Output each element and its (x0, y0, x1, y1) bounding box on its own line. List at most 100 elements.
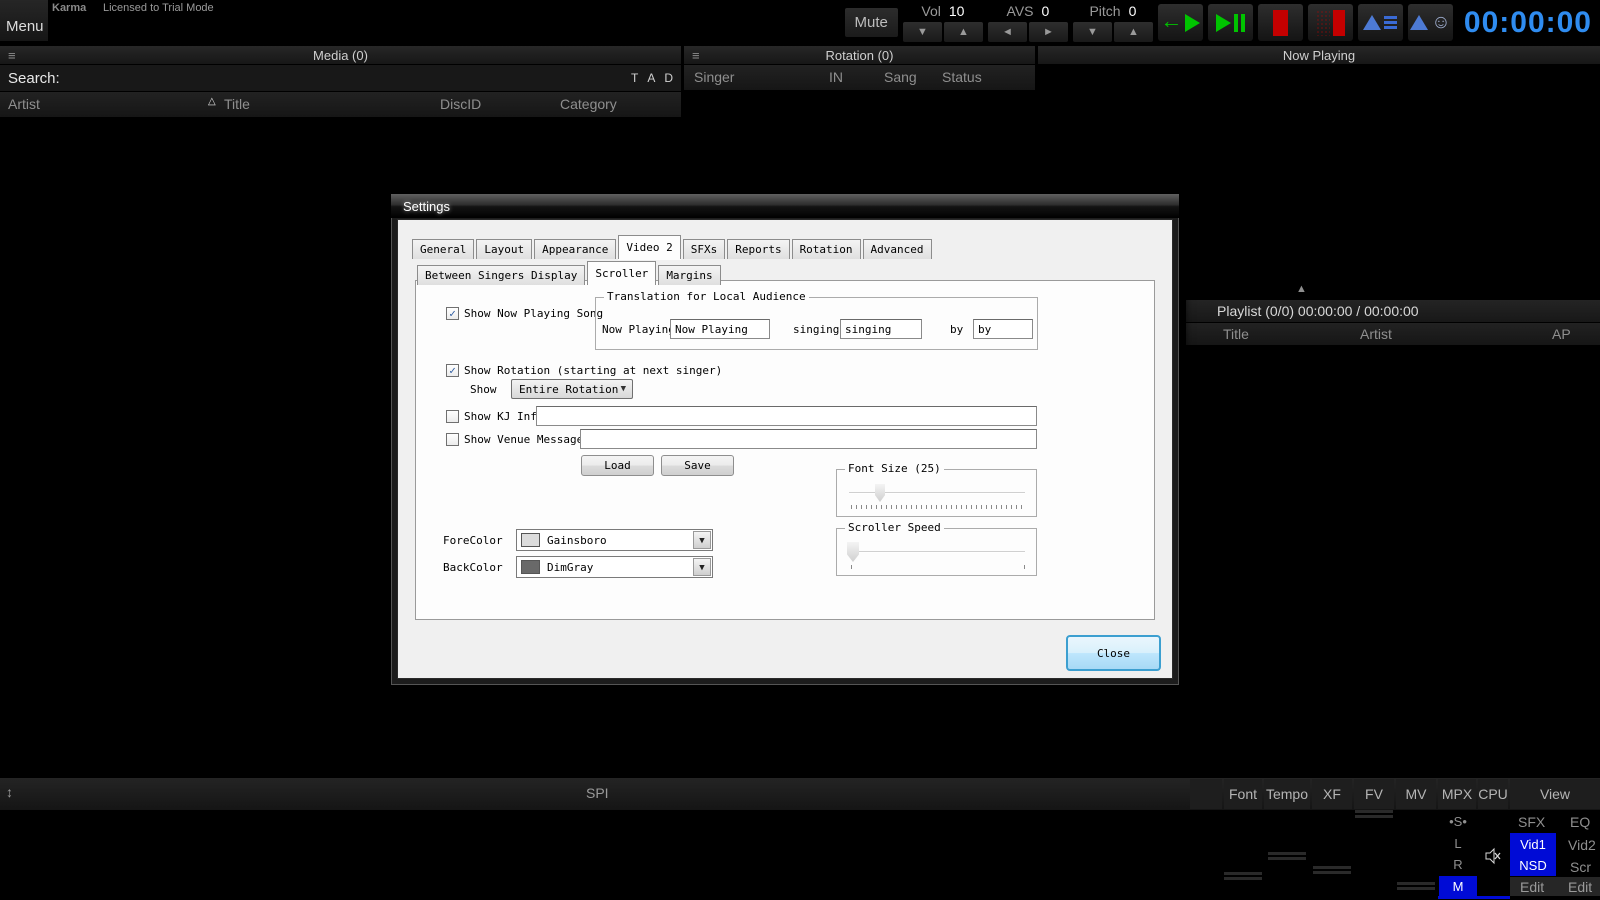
tempo-fader-handle[interactable] (1268, 852, 1306, 860)
play-pause-button[interactable] (1208, 4, 1253, 41)
fv-fader-handle[interactable] (1355, 810, 1393, 818)
show-field-label: Show (470, 383, 497, 396)
backcolor-drop-button[interactable]: ▼ (693, 558, 711, 576)
mv-fader-button[interactable]: MV (1396, 779, 1436, 809)
mpx-mono-option-selected[interactable]: M (1439, 876, 1477, 897)
tab-reports[interactable]: Reports (727, 239, 789, 259)
play-icon (1185, 14, 1200, 32)
avs-left-button[interactable]: ◄ (988, 22, 1027, 42)
view-button[interactable]: View (1510, 779, 1600, 809)
tab-video2[interactable]: Video 2 (618, 235, 680, 259)
tab-layout[interactable]: Layout (476, 239, 532, 259)
subtab-margins[interactable]: Margins (658, 265, 720, 285)
mute-button[interactable]: Mute (845, 8, 898, 37)
column-ap[interactable]: AP (1552, 326, 1571, 342)
tab-advanced[interactable]: Advanced (863, 239, 932, 259)
translation-group-label: Translation for Local Audience (604, 290, 809, 303)
resize-updown-icon[interactable]: ↕ (6, 784, 13, 800)
show-venue-message-checkbox[interactable] (446, 433, 459, 446)
load-button[interactable]: Load (581, 455, 654, 476)
by-input[interactable]: by (973, 319, 1033, 339)
xf-fader-button[interactable]: XF (1312, 779, 1352, 809)
vol-up-button[interactable]: ▲ (944, 22, 983, 42)
fv-fader-button[interactable]: FV (1354, 779, 1394, 809)
pitch-up-button[interactable]: ▲ (1114, 22, 1153, 42)
font-fader-button[interactable]: Font (1224, 779, 1262, 809)
tempo-fader-button[interactable]: Tempo (1264, 779, 1310, 809)
view-vid2-option[interactable]: Vid2 (1568, 837, 1596, 853)
next-singer-button[interactable] (1358, 4, 1403, 41)
down-arrow-icon: ▼ (1087, 26, 1098, 38)
tab-general[interactable]: General (412, 239, 474, 259)
venue-message-input[interactable] (580, 429, 1037, 449)
hamburger-icon[interactable]: ≡ (692, 48, 700, 63)
filter-artist-button[interactable]: A (647, 71, 655, 85)
tab-rotation[interactable]: Rotation (792, 239, 861, 259)
scroller-speed-slider-track[interactable] (849, 551, 1025, 553)
column-category[interactable]: Category (560, 96, 617, 112)
subtab-scroller[interactable]: Scroller (587, 261, 656, 285)
show-rotation-checkbox[interactable]: ✓ (446, 364, 459, 377)
subtab-between-singers[interactable]: Between Singers Display (417, 265, 585, 285)
restart-play-button[interactable]: ← (1158, 4, 1203, 41)
view-vid1-option-selected[interactable]: Vid1 (1510, 833, 1556, 855)
show-now-playing-song-checkbox[interactable]: ✓ (446, 307, 459, 320)
column-artist[interactable]: Artist (8, 96, 40, 112)
font-fader-handle[interactable] (1224, 872, 1262, 880)
forecolor-drop-button[interactable]: ▼ (693, 531, 711, 549)
column-singer[interactable]: Singer (694, 69, 734, 85)
now-playing-input[interactable]: Now Playing (670, 319, 770, 339)
dialog-titlebar[interactable]: Settings (391, 194, 1179, 218)
save-button[interactable]: Save (661, 455, 734, 476)
spacer-button[interactable] (1190, 779, 1222, 809)
column-status[interactable]: Status (942, 69, 982, 85)
singing-input[interactable]: singing (840, 319, 922, 339)
edit-left-button[interactable]: Edit (1520, 879, 1544, 895)
column-in[interactable]: IN (829, 69, 843, 85)
edit-right-button[interactable]: Edit (1568, 879, 1592, 895)
rotation-scope-select[interactable]: Entire Rotation ▼ (511, 379, 633, 399)
view-scr-option[interactable]: Scr (1570, 859, 1591, 875)
playlist-header: Playlist (0/0) 00:00:00 / 00:00:00 (1186, 300, 1600, 322)
tab-sfxs[interactable]: SFXs (683, 239, 726, 259)
menu-button[interactable]: Menu (0, 0, 48, 41)
mpx-stereo-option[interactable]: •S• (1439, 814, 1477, 829)
hamburger-icon[interactable]: ≡ (8, 48, 16, 63)
kj-info-input[interactable] (536, 406, 1037, 426)
speaker-muted-icon[interactable] (1485, 847, 1501, 865)
singer-screen-button[interactable]: ☺ (1408, 4, 1453, 41)
backcolor-select[interactable]: DimGray ▼ (516, 556, 713, 578)
mpx-button[interactable]: MPX (1438, 779, 1476, 809)
avs-value: 0 (1042, 3, 1050, 20)
avs-right-button[interactable]: ► (1029, 22, 1068, 42)
show-kj-info-checkbox[interactable] (446, 410, 459, 423)
forecolor-select[interactable]: Gainsboro ▼ (516, 529, 713, 551)
pitch-down-button[interactable]: ▼ (1073, 22, 1112, 42)
filter-discid-button[interactable]: D (664, 71, 673, 85)
vol-down-button[interactable]: ▼ (903, 22, 942, 42)
column-discid[interactable]: DiscID (440, 96, 481, 112)
filter-title-button[interactable]: T (631, 71, 638, 85)
search-input[interactable] (60, 65, 631, 91)
xf-fader-handle[interactable] (1313, 866, 1351, 874)
column-sang[interactable]: Sang (884, 69, 917, 85)
stop-after-current-button[interactable] (1308, 4, 1353, 41)
column-artist[interactable]: Artist (1360, 326, 1392, 342)
tab-appearance[interactable]: Appearance (534, 239, 616, 259)
media-panel-title: Media (0) (313, 48, 368, 63)
view-eq-option[interactable]: EQ (1570, 814, 1590, 830)
playlist-collapse-icon[interactable]: ▲ (1296, 283, 1307, 295)
cpu-button[interactable]: CPU (1478, 779, 1508, 809)
mpx-left-option[interactable]: L (1439, 836, 1477, 851)
column-title[interactable]: Title (1223, 326, 1249, 342)
sort-asc-icon: △ (208, 96, 216, 107)
close-button[interactable]: Close (1066, 635, 1161, 671)
stop-button[interactable] (1258, 4, 1303, 41)
view-nsd-option-selected[interactable]: NSD (1510, 855, 1556, 876)
column-title[interactable]: Title (224, 96, 250, 112)
mpx-right-option[interactable]: R (1439, 857, 1477, 872)
font-size-slider-thumb[interactable] (875, 484, 885, 502)
mv-fader-handle[interactable] (1397, 882, 1435, 890)
scroller-speed-slider-thumb[interactable] (847, 542, 859, 562)
view-sfx-option[interactable]: SFX (1518, 814, 1545, 830)
